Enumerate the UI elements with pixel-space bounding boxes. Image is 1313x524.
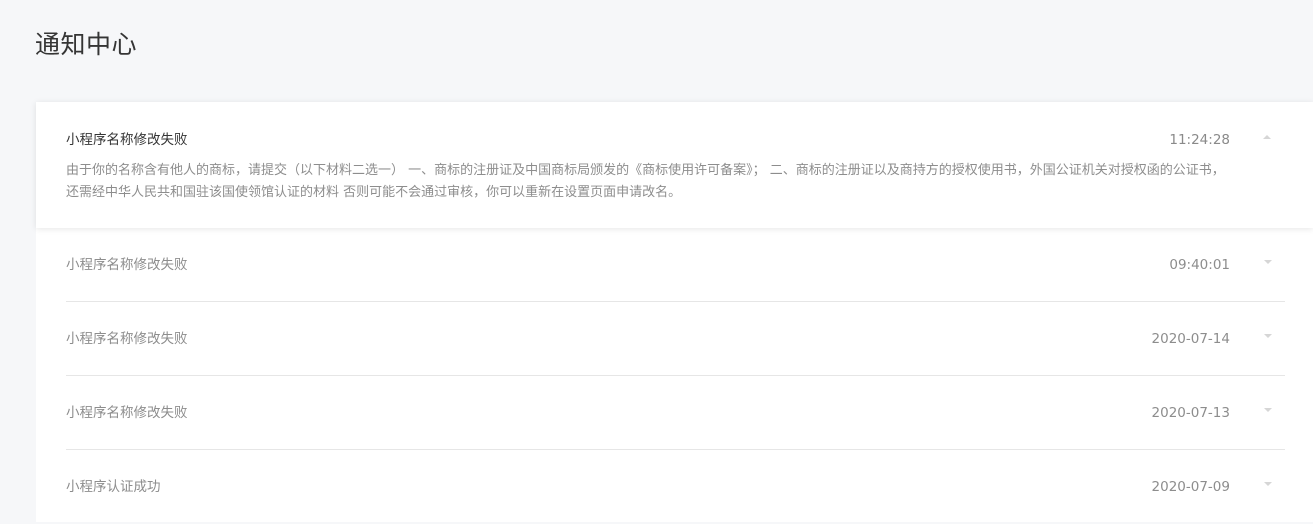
page-title: 通知中心: [35, 30, 138, 59]
notification-item-expanded[interactable]: 小程序名称修改失败 11:24:28 由于你的名称含有他人的商标，请提交（以下材…: [36, 102, 1313, 228]
notification-time: 2020-07-14: [1151, 331, 1230, 347]
notification-item[interactable]: 小程序认证成功 2020-07-09: [66, 450, 1285, 524]
notification-item[interactable]: 小程序名称修改失败 2020-07-14: [66, 302, 1285, 376]
chevron-down-icon[interactable]: [1263, 259, 1273, 269]
notification-time: 2020-07-09: [1151, 479, 1230, 495]
chevron-down-icon[interactable]: [1263, 481, 1273, 491]
notification-title: 小程序名称修改失败: [66, 257, 188, 273]
notification-time: 11:24:28: [1169, 132, 1230, 148]
notification-title: 小程序名称修改失败: [66, 132, 188, 148]
notification-item[interactable]: 小程序名称修改失败 09:40:01: [66, 228, 1285, 302]
notification-time: 09:40:01: [1169, 257, 1230, 273]
notification-title: 小程序名称修改失败: [66, 331, 188, 347]
notification-item[interactable]: 小程序名称修改失败 2020-07-13: [66, 376, 1285, 450]
notification-title: 小程序名称修改失败: [66, 405, 188, 421]
notification-title: 小程序认证成功: [66, 479, 161, 495]
chevron-up-icon[interactable]: [1262, 134, 1272, 144]
notification-time: 2020-07-13: [1151, 405, 1230, 421]
chevron-down-icon[interactable]: [1263, 333, 1273, 343]
notification-list: 小程序名称修改失败 11:24:28 由于你的名称含有他人的商标，请提交（以下材…: [36, 102, 1313, 522]
notification-body: 由于你的名称含有他人的商标，请提交（以下材料二选一） 一、商标的注册证及中国商标…: [66, 163, 1225, 200]
chevron-down-icon[interactable]: [1263, 407, 1273, 417]
